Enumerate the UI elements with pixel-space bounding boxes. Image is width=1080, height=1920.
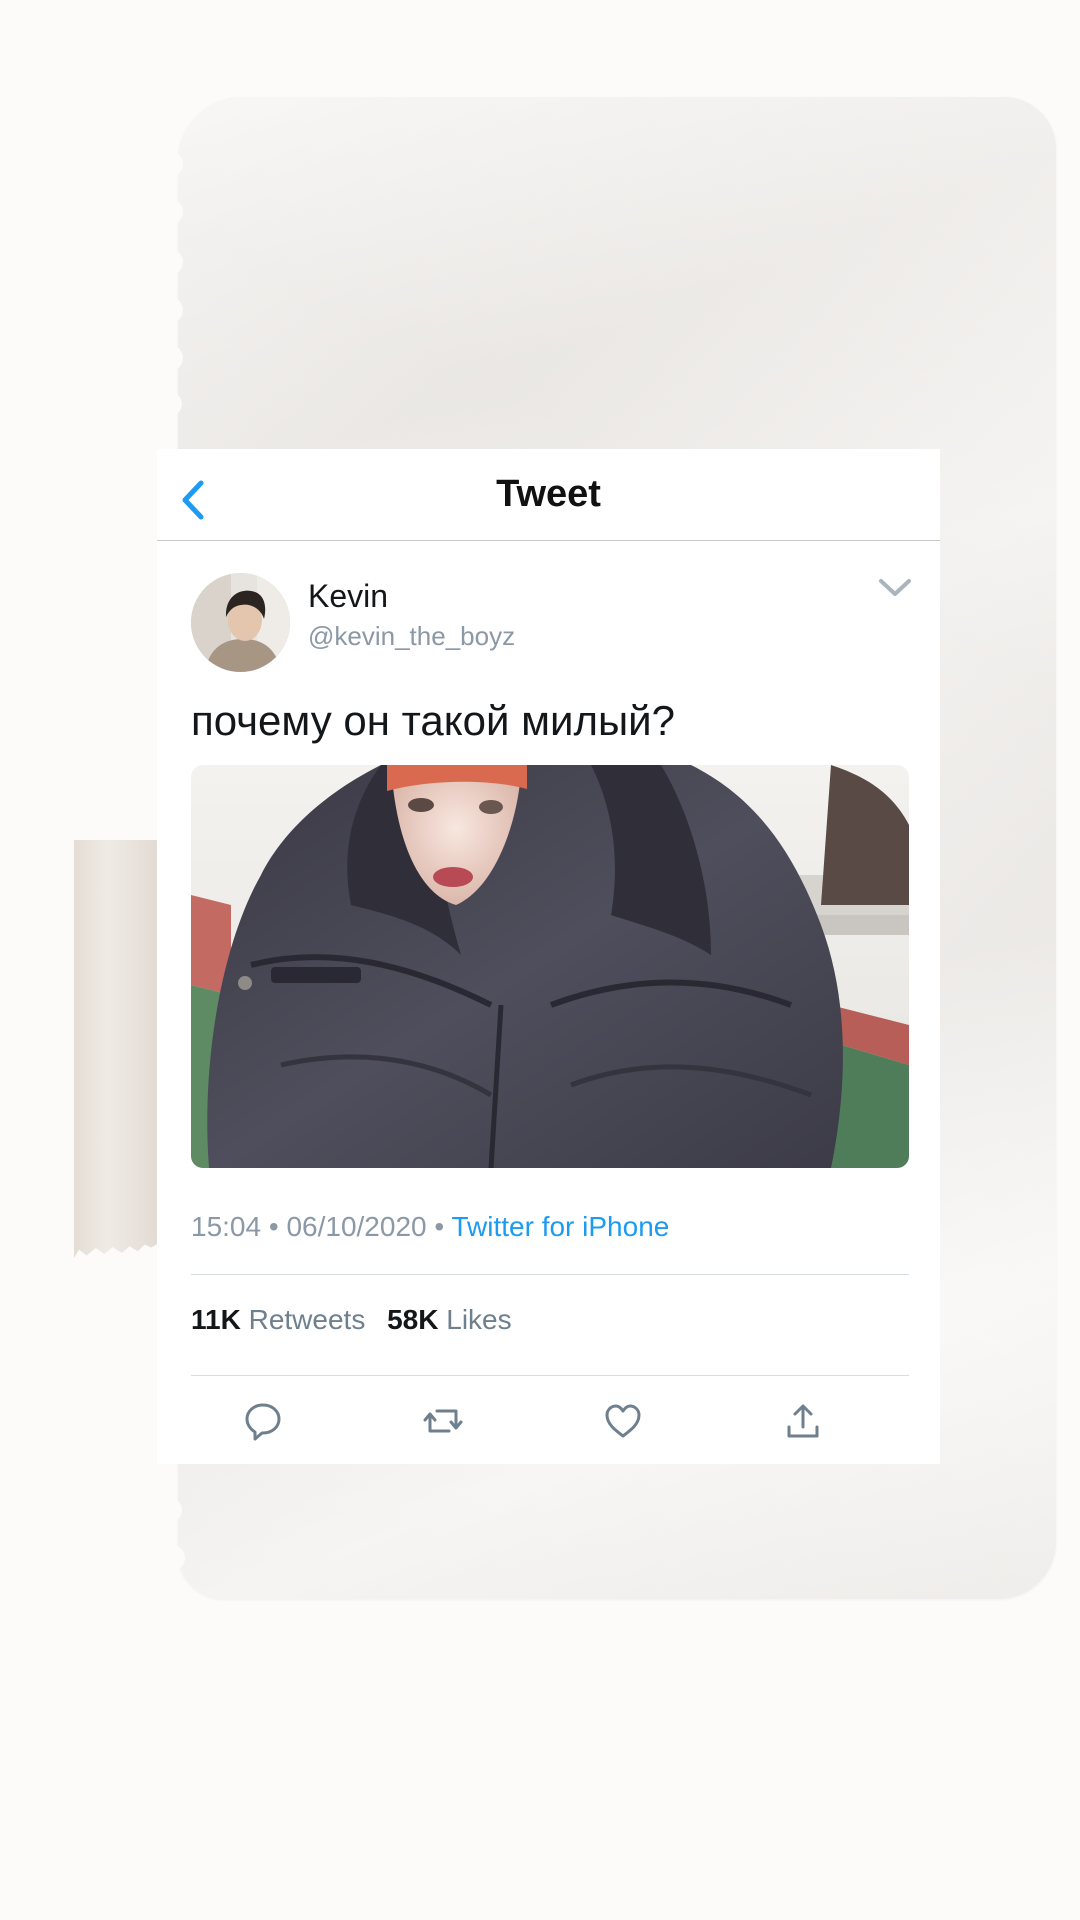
share-icon[interactable]: [783, 1401, 823, 1441]
stats-divider-bottom: [191, 1375, 909, 1376]
reply-icon[interactable]: [243, 1401, 283, 1441]
retweet-icon[interactable]: [423, 1401, 463, 1441]
like-icon[interactable]: [603, 1401, 643, 1441]
retweets-count: 11K: [191, 1304, 241, 1335]
avatar[interactable]: [191, 573, 290, 672]
meta-separator: •: [268, 1211, 279, 1242]
author-name[interactable]: Kevin: [308, 576, 388, 616]
tweet-date: 06/10/2020: [286, 1211, 427, 1242]
tweet-text: почему он такой милый?: [191, 697, 675, 744]
retweets-stat[interactable]: 11K Retweets: [191, 1300, 365, 1340]
stats-divider-top: [191, 1274, 909, 1275]
tweet-stats: 11K Retweets 58K Likes: [191, 1300, 526, 1340]
tweet-photo[interactable]: [191, 765, 909, 1168]
avatar-image: [191, 573, 290, 672]
tweet-card: Tweet Kevin @kevin_the_boyz почему он та…: [157, 449, 940, 1464]
chevron-down-icon[interactable]: [875, 573, 915, 603]
likes-stat[interactable]: 58K Likes: [387, 1300, 512, 1340]
action-bar: [191, 1397, 909, 1447]
photo-illustration: [191, 765, 909, 1168]
tweet-meta: 15:04 • 06/10/2020 • Twitter for iPhone: [191, 1207, 909, 1247]
tape-strip: [74, 840, 158, 1258]
paper-torn-edge-bottom: [164, 1498, 185, 1571]
retweets-label: Retweets: [248, 1304, 366, 1335]
likes-label: Likes: [446, 1304, 512, 1335]
tweet-time: 15:04: [191, 1211, 262, 1242]
header-divider: [157, 540, 940, 541]
meta-separator: •: [434, 1211, 445, 1242]
tweet-source-link[interactable]: Twitter for iPhone: [451, 1211, 669, 1242]
author-handle[interactable]: @kevin_the_boyz: [308, 619, 515, 653]
tweet-header: Tweet: [157, 449, 940, 540]
likes-count: 58K: [387, 1304, 439, 1335]
paper-torn-edge: [162, 151, 183, 416]
page-title: Tweet: [496, 473, 601, 515]
